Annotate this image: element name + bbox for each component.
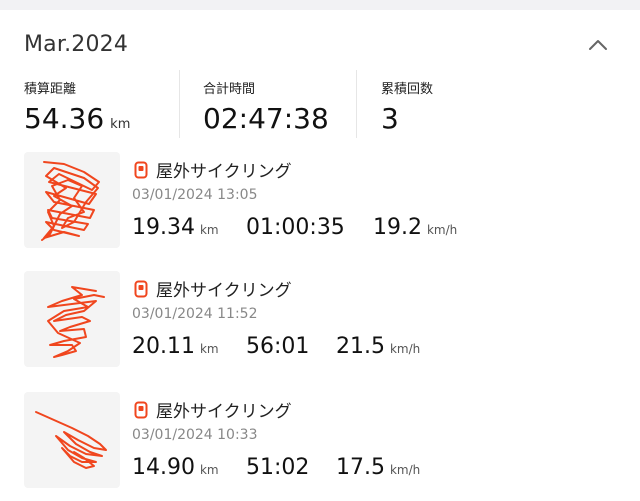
- summary-divider: [179, 70, 180, 138]
- activity-item[interactable]: 屋外サイクリング 03/01/2024 11:52 20.11 km 56:01 …: [0, 271, 640, 381]
- total-count-label: 累積回数: [381, 82, 434, 97]
- total-distance-value: 54.36 km: [24, 102, 130, 135]
- activity-speed-value: 21.5: [336, 334, 385, 359]
- activity-title: 屋外サイクリング: [156, 162, 292, 182]
- activity-speed: 17.5 km/h: [336, 455, 420, 480]
- bicycle-type-icon: [134, 161, 148, 179]
- activity-distance: 14.90 km: [132, 455, 219, 480]
- route-map-thumbnail: [24, 271, 120, 367]
- activity-distance-value: 20.11: [132, 334, 195, 359]
- activity-distance: 20.11 km: [132, 334, 219, 359]
- top-bar: [0, 0, 640, 10]
- total-time-value: 02:47:38: [203, 102, 329, 135]
- month-title: Mar.2024: [24, 32, 129, 57]
- activity-title: 屋外サイクリング: [156, 281, 292, 301]
- activity-distance-unit: km: [199, 223, 219, 237]
- activity-speed-unit: km/h: [426, 223, 458, 237]
- activity-item[interactable]: 屋外サイクリング 03/01/2024 13:05 19.34 km 01:00:…: [0, 152, 640, 262]
- activity-date: 03/01/2024 11:52: [132, 306, 258, 322]
- activity-distance-unit: km: [199, 342, 219, 356]
- activity-duration: 51:02: [246, 455, 310, 480]
- total-distance-label: 積算距離: [24, 82, 77, 97]
- activity-distance-unit: km: [199, 463, 219, 477]
- activity-title: 屋外サイクリング: [156, 402, 292, 422]
- route-map-thumbnail: [24, 392, 120, 488]
- activity-distance-value: 14.90: [132, 455, 195, 480]
- bicycle-type-icon: [134, 401, 148, 419]
- activity-speed: 21.5 km/h: [336, 334, 420, 359]
- activity-date: 03/01/2024 13:05: [132, 187, 258, 203]
- bicycle-type-icon: [134, 280, 148, 298]
- activity-speed-value: 17.5: [336, 455, 385, 480]
- activity-speed: 19.2 km/h: [373, 215, 457, 240]
- total-distance-unit: km: [110, 117, 131, 132]
- total-count-value: 3: [381, 102, 399, 135]
- activity-date: 03/01/2024 10:33: [132, 427, 258, 443]
- activity-duration: 56:01: [246, 334, 310, 359]
- monthly-summary: 積算距離 54.36 km 合計時間 02:47:38 累積回数 3: [0, 70, 640, 142]
- activity-distance-value: 19.34: [132, 215, 195, 240]
- activity-speed-value: 19.2: [373, 215, 422, 240]
- summary-divider: [356, 70, 357, 138]
- route-map-thumbnail: [24, 152, 120, 248]
- activity-distance: 19.34 km: [132, 215, 219, 240]
- activity-item[interactable]: 屋外サイクリング 03/01/2024 10:33 14.90 km 51:02 …: [0, 392, 640, 501]
- activity-speed-unit: km/h: [389, 463, 421, 477]
- activity-duration: 01:00:35: [246, 215, 345, 240]
- total-time-label: 合計時間: [203, 82, 256, 97]
- total-distance-number: 54.36: [24, 102, 105, 135]
- activity-speed-unit: km/h: [389, 342, 421, 356]
- chevron-up-icon[interactable]: [584, 33, 612, 57]
